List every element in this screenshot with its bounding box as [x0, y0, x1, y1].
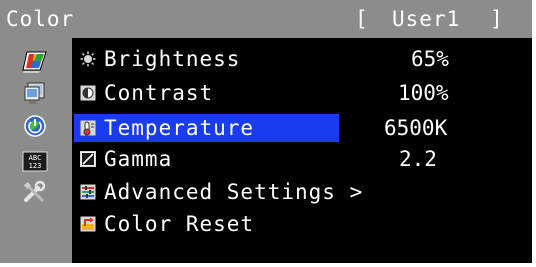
- menu-item-brightness[interactable]: Brightness 65%: [74, 45, 534, 73]
- advanced-settings-icon: [80, 184, 96, 200]
- svg-text:ABC: ABC: [29, 154, 42, 162]
- menu-item-label: Brightness: [104, 47, 241, 71]
- svg-text:123: 123: [29, 162, 42, 170]
- osd-text-icon[interactable]: ABC 123: [22, 150, 48, 174]
- screen-icon[interactable]: [22, 82, 48, 106]
- menu-item-label: Advanced Settings >: [104, 180, 364, 204]
- menu-item-label: Gamma: [104, 147, 173, 171]
- power-eco-icon[interactable]: [22, 114, 48, 138]
- gamma-icon: [80, 151, 96, 167]
- tools-icon[interactable]: [22, 180, 48, 204]
- color-mode-label: User1: [392, 7, 461, 31]
- menu-item-temperature[interactable]: Temperature 6500K: [74, 114, 534, 142]
- mode-bracket-right: ]: [490, 7, 503, 31]
- contrast-icon: [80, 85, 96, 101]
- menu-title: Color: [6, 7, 75, 31]
- brightness-icon: [80, 51, 96, 67]
- temperature-icon: [80, 120, 96, 136]
- menu-item-gamma[interactable]: Gamma 2.2: [74, 145, 534, 173]
- menu-item-color-reset[interactable]: Color Reset: [74, 210, 534, 238]
- color-reset-icon: [80, 216, 96, 232]
- osd-menu: Color [ User1 ] ABC 123 Brightness 65% C…: [0, 0, 536, 267]
- color-icon[interactable]: [22, 50, 48, 74]
- menu-item-value: 100%: [398, 81, 449, 105]
- menu-item-label: Contrast: [104, 81, 214, 105]
- menu-item-label: Temperature: [104, 116, 255, 140]
- menu-item-value: 2.2: [399, 147, 437, 171]
- mode-bracket-left: [: [355, 7, 368, 31]
- menu-item-value: 65%: [411, 47, 449, 71]
- menu-item-advanced-settings[interactable]: Advanced Settings >: [74, 178, 534, 206]
- sidebar: ABC 123: [0, 38, 72, 263]
- menu-item-value: 6500K: [384, 116, 448, 140]
- menu-item-contrast[interactable]: Contrast 100%: [74, 79, 534, 107]
- title-bar: Color [ User1 ]: [0, 0, 532, 38]
- menu-item-label: Color Reset: [104, 212, 255, 236]
